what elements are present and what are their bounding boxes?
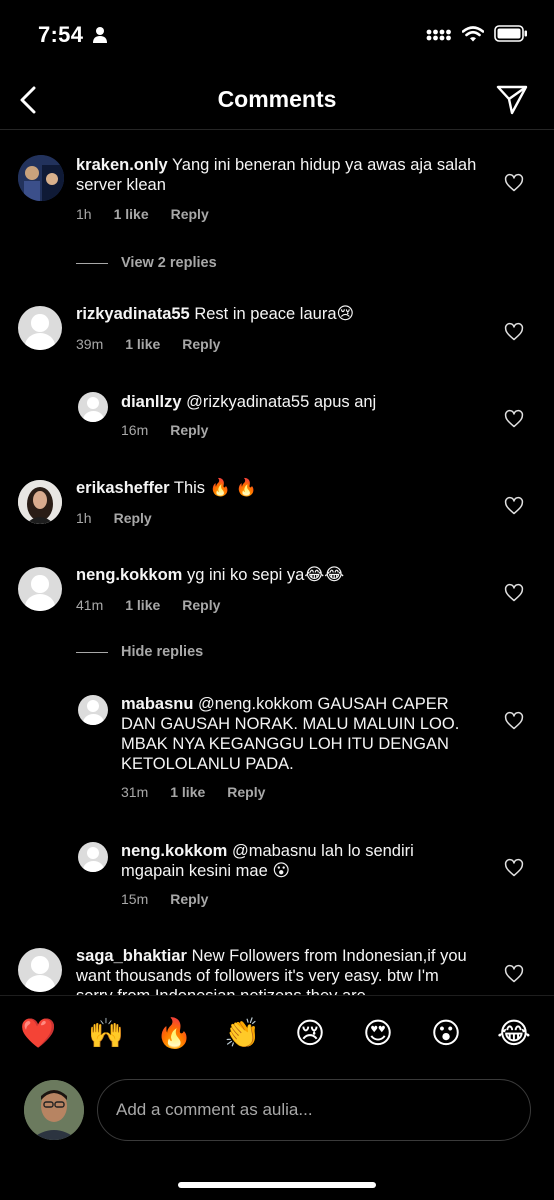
comment-text: rizkyadinata55 Rest in peace laura😢 bbox=[76, 304, 486, 324]
avatar[interactable] bbox=[78, 842, 108, 872]
emoji-button-raised-hands[interactable]: 🙌 bbox=[86, 1014, 126, 1054]
avatar-image bbox=[18, 155, 64, 201]
comment-emoji: 😮 bbox=[272, 861, 291, 880]
emoji-button-fire[interactable]: 🔥 bbox=[154, 1014, 194, 1054]
comment-meta: 16m Reply bbox=[121, 422, 230, 438]
person-icon bbox=[93, 27, 107, 43]
heart-icon[interactable] bbox=[504, 322, 524, 342]
comment-time: 16m bbox=[121, 422, 149, 438]
comment-time: 39m bbox=[76, 336, 104, 352]
comment-username[interactable]: kraken.only bbox=[76, 156, 168, 174]
status-indicators bbox=[426, 25, 528, 42]
comment-meta: 1h Reply bbox=[76, 510, 174, 526]
comment-meta: 41m 1 like Reply bbox=[76, 597, 242, 613]
reply-button[interactable]: Reply bbox=[114, 510, 152, 526]
comment-likes[interactable]: 1 like bbox=[114, 206, 149, 222]
comment-text: neng.kokkom @mabasnu lah lo sendiri mgap… bbox=[121, 841, 481, 881]
heart-icon[interactable] bbox=[504, 711, 524, 731]
wifi-icon bbox=[462, 25, 484, 41]
avatar-image bbox=[18, 480, 62, 524]
comment-text: neng.kokkom yg ini ko sepi ya😂😂 bbox=[76, 565, 486, 585]
comment-meta: 15m Reply bbox=[121, 891, 230, 907]
comment-username[interactable]: dianllzy bbox=[121, 393, 182, 411]
home-indicator bbox=[178, 1182, 376, 1188]
comment-emoji: 🔥 🔥 bbox=[209, 478, 257, 497]
avatar[interactable] bbox=[18, 306, 62, 350]
heart-icon[interactable] bbox=[504, 964, 524, 984]
comment-text: erikasheffer This 🔥 🔥 bbox=[76, 478, 486, 498]
heart-icon[interactable] bbox=[504, 496, 524, 516]
current-user-avatar bbox=[24, 1080, 84, 1140]
reply-button[interactable]: Reply bbox=[182, 597, 220, 613]
heart-icon[interactable] bbox=[504, 583, 524, 603]
emoji-button-crying[interactable]: 😢 bbox=[290, 1014, 330, 1054]
status-bar: 7:54 bbox=[0, 0, 554, 70]
comment-text: mabasnu @neng.kokkom GAUSAH CAPER DAN GA… bbox=[121, 694, 481, 774]
comment-emoji: 😢 bbox=[336, 304, 355, 323]
reply-button[interactable]: Reply bbox=[170, 422, 208, 438]
comment-username[interactable]: neng.kokkom bbox=[76, 566, 182, 584]
comment-meta: 39m 1 like Reply bbox=[76, 336, 242, 352]
avatar[interactable] bbox=[78, 695, 108, 725]
avatar[interactable] bbox=[18, 567, 62, 611]
heart-icon[interactable] bbox=[504, 409, 524, 429]
avatar-image bbox=[24, 1080, 84, 1140]
share-button[interactable] bbox=[492, 80, 532, 120]
heart-icon[interactable] bbox=[504, 173, 524, 193]
comment-input[interactable] bbox=[97, 1079, 531, 1141]
avatar[interactable] bbox=[18, 155, 64, 201]
heart-icon[interactable] bbox=[504, 858, 524, 878]
comment-username[interactable]: mabasnu bbox=[121, 695, 193, 713]
view-replies-button[interactable]: View 2 replies bbox=[76, 255, 217, 271]
cellular-signal-icon bbox=[426, 29, 451, 40]
comment-meta: 31m 1 like Reply bbox=[121, 784, 287, 800]
avatar[interactable] bbox=[18, 948, 62, 992]
emoji-button-heart[interactable]: ❤️ bbox=[18, 1014, 58, 1054]
comment-text: saga_bhaktiar New Followers from Indones… bbox=[76, 946, 476, 995]
hide-replies-label: Hide replies bbox=[121, 644, 204, 660]
comment-composer: ❤️ 🙌 🔥 👏 😢 😍 😮 😂 bbox=[0, 995, 554, 1200]
comment-username[interactable]: saga_bhaktiar bbox=[76, 947, 187, 965]
comments-list[interactable]: kraken.only Yang ini beneran hidup ya aw… bbox=[0, 131, 554, 995]
comment-meta: 1h 1 like Reply bbox=[76, 206, 231, 222]
emoji-button-heart-eyes[interactable]: 😍 bbox=[358, 1014, 398, 1054]
comment-text: kraken.only Yang ini beneran hidup ya aw… bbox=[76, 155, 486, 195]
emoji-button-surprised[interactable]: 😮 bbox=[426, 1014, 466, 1054]
replies-divider-line bbox=[76, 651, 108, 653]
page-title: Comments bbox=[217, 86, 337, 112]
comment-username[interactable]: neng.kokkom bbox=[121, 842, 227, 860]
comment-time: 31m bbox=[121, 784, 149, 800]
comment-likes[interactable]: 1 like bbox=[170, 784, 205, 800]
comment-body: yg ini ko sepi ya bbox=[186, 566, 305, 584]
reply-button[interactable]: Reply bbox=[170, 891, 208, 907]
comment-emoji: 😂😂 bbox=[304, 565, 345, 584]
battery-icon bbox=[494, 25, 527, 42]
comment-body: This bbox=[173, 479, 206, 497]
hide-replies-button[interactable]: Hide replies bbox=[76, 644, 203, 660]
comment-time: 41m bbox=[76, 597, 104, 613]
reply-button[interactable]: Reply bbox=[227, 784, 265, 800]
comment-time: 1h bbox=[76, 510, 92, 526]
comment-time: 15m bbox=[121, 891, 149, 907]
status-time: 7:54 bbox=[38, 22, 84, 47]
comment-username[interactable]: rizkyadinata55 bbox=[76, 305, 190, 323]
view-replies-label: View 2 replies bbox=[121, 255, 217, 271]
emoji-button-clap[interactable]: 👏 bbox=[222, 1014, 262, 1054]
comment-body: Rest in peace laura bbox=[194, 305, 337, 323]
send-icon bbox=[496, 85, 528, 115]
header: Comments bbox=[0, 70, 554, 130]
comment-username[interactable]: erikasheffer bbox=[76, 479, 170, 497]
comment-text: dianllzy @rizkyadinata55 apus anj bbox=[121, 392, 491, 412]
comment-likes[interactable]: 1 like bbox=[125, 597, 160, 613]
comment-likes[interactable]: 1 like bbox=[125, 336, 160, 352]
reply-button[interactable]: Reply bbox=[182, 336, 220, 352]
comment-time: 1h bbox=[76, 206, 92, 222]
emoji-button-laughing[interactable]: 😂 bbox=[494, 1014, 534, 1054]
quick-emoji-bar: ❤️ 🙌 🔥 👏 😢 😍 😮 😂 bbox=[0, 1014, 554, 1054]
comment-body: @rizkyadinata55 apus anj bbox=[186, 393, 377, 411]
avatar[interactable] bbox=[78, 392, 108, 422]
reply-button[interactable]: Reply bbox=[171, 206, 209, 222]
avatar[interactable] bbox=[18, 480, 62, 524]
replies-divider-line bbox=[76, 262, 108, 264]
